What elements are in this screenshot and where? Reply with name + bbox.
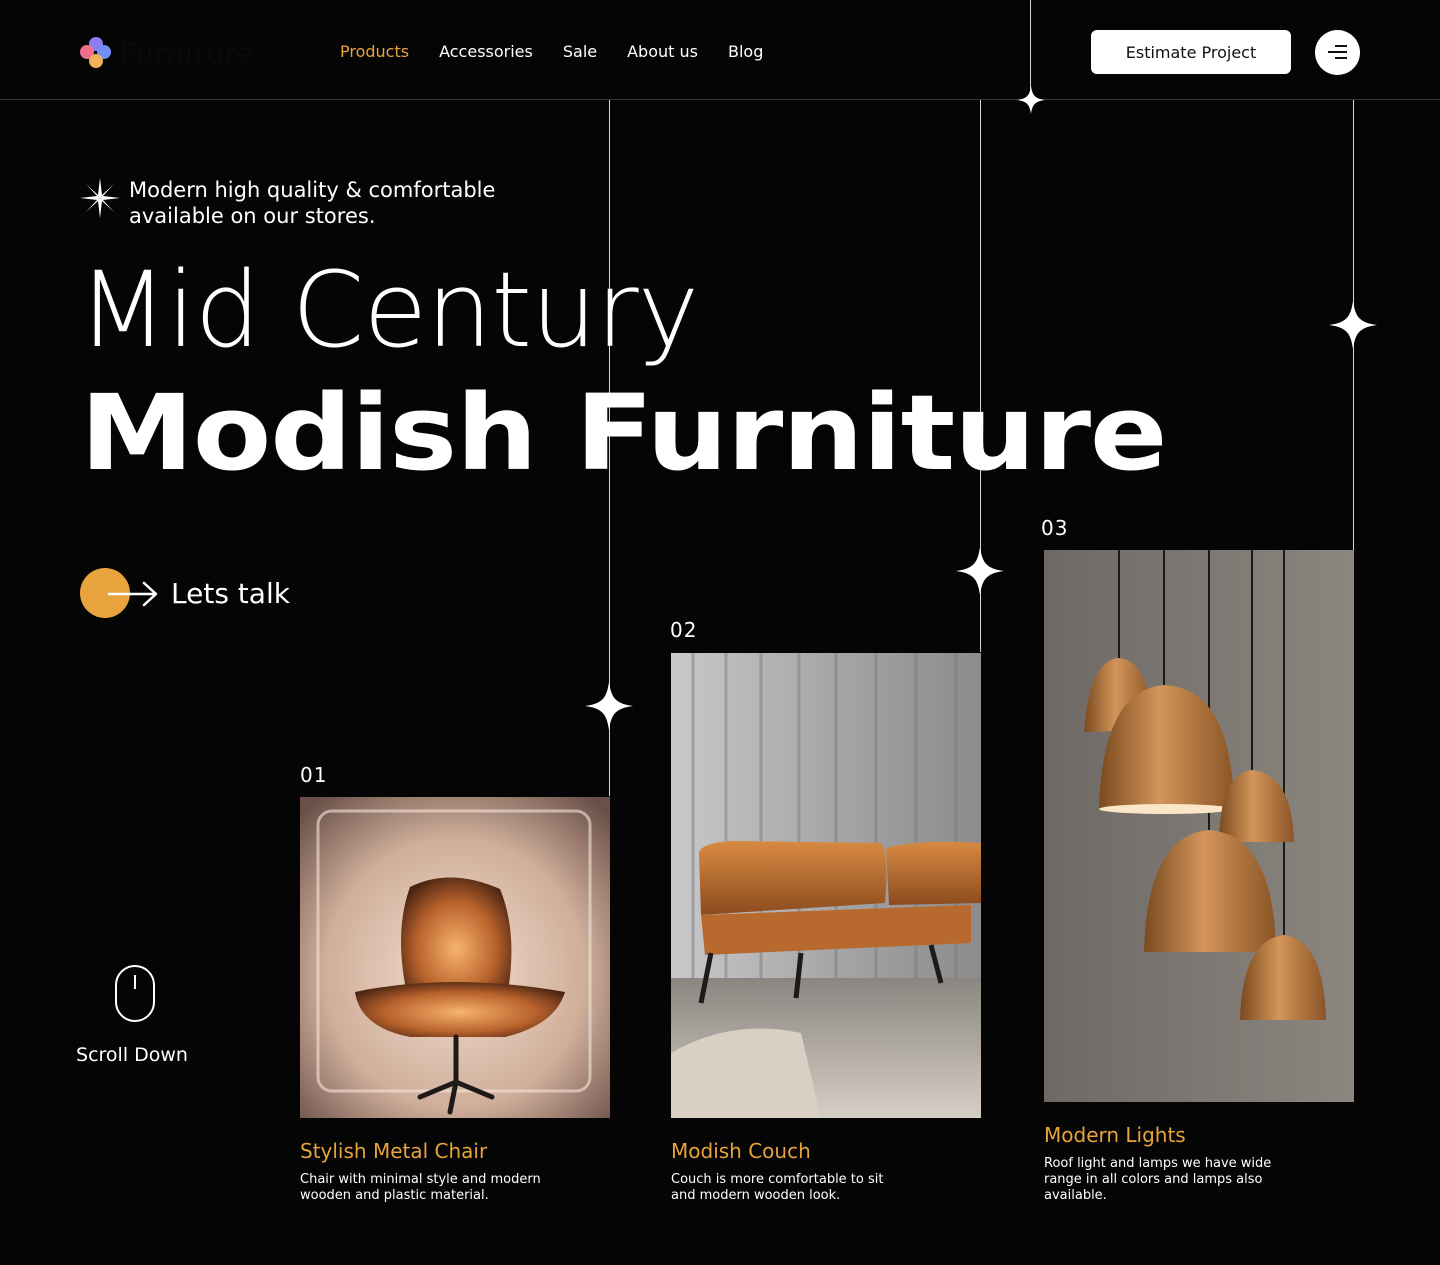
sparkle-icon — [956, 547, 1004, 595]
nav-item-about-us[interactable]: About us — [627, 42, 698, 61]
starburst-icon — [80, 178, 120, 218]
product-description: Roof light and lamps we have wide range … — [1044, 1156, 1272, 1203]
site-header: Furniture Products Accessories Sale Abou… — [0, 0, 1440, 100]
divider-line — [1030, 0, 1031, 100]
product-title[interactable]: Stylish Metal Chair — [300, 1139, 487, 1163]
menu-button[interactable] — [1315, 30, 1360, 75]
sparkle-icon — [1329, 301, 1377, 349]
product-image-lights[interactable] — [1044, 550, 1354, 1102]
arrow-right-icon — [108, 581, 158, 607]
cta-label: Lets talk — [171, 576, 290, 610]
hero-tagline: Modern high quality & comfortable availa… — [129, 177, 589, 229]
product-number: 03 — [1041, 516, 1069, 540]
product-title[interactable]: Modish Couch — [671, 1139, 811, 1163]
mouse-icon — [115, 965, 155, 1022]
nav-item-sale[interactable]: Sale — [563, 42, 597, 61]
product-description: Chair with minimal style and modern wood… — [300, 1172, 541, 1203]
hero-title-line2: Modish Furniture — [80, 372, 1168, 494]
product-number: 01 — [300, 763, 328, 787]
product-description: Couch is more comfortable to sit and mod… — [671, 1172, 884, 1203]
brand-name: Furniture — [120, 36, 255, 70]
tagline-line: Modern high quality & comfortable — [129, 178, 496, 202]
estimate-project-button[interactable]: Estimate Project — [1091, 30, 1291, 74]
product-number: 02 — [670, 618, 698, 642]
logo-icon — [80, 37, 112, 69]
nav-item-blog[interactable]: Blog — [728, 42, 763, 61]
nav-item-products[interactable]: Products — [340, 42, 409, 61]
brand-logo[interactable]: Furniture — [80, 36, 260, 70]
product-title[interactable]: Modern Lights — [1044, 1123, 1186, 1147]
product-image-couch[interactable] — [671, 653, 981, 1118]
scroll-down[interactable]: Scroll Down — [76, 965, 190, 1066]
sparkle-icon — [585, 682, 633, 730]
product-image-chair[interactable] — [300, 797, 610, 1118]
sparkle-icon — [1017, 86, 1045, 114]
nav-item-accessories[interactable]: Accessories — [439, 42, 533, 61]
menu-icon — [1335, 45, 1347, 47]
tagline-line: available on our stores. — [129, 204, 376, 228]
hero-title-line1: Mid Century — [78, 249, 699, 371]
lets-talk-button[interactable]: Lets talk — [80, 568, 290, 618]
scroll-label: Scroll Down — [76, 1044, 188, 1066]
main-nav: Products Accessories Sale About us Blog — [340, 42, 763, 61]
